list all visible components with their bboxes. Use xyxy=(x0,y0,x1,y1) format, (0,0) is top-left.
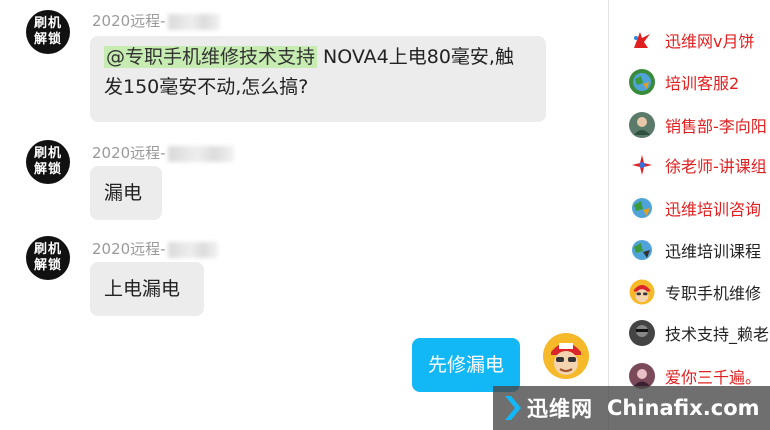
message-line: 发150毫安不动,怎么搞? xyxy=(104,76,309,98)
member-name: 徐老师-讲课组 xyxy=(665,157,767,176)
chat-panel: 刷机 解锁 2020远程- @专职手机维修技术支持 NOVA4上电80毫安,触 … xyxy=(0,0,608,430)
member-item[interactable]: 培训客服2 xyxy=(629,67,739,97)
member-name: 迅维培训咨询 xyxy=(665,200,762,219)
member-name: 销售部-李向阳 xyxy=(665,117,767,136)
globe-icon xyxy=(629,69,655,95)
member-name: 迅维培训课程 xyxy=(665,242,762,261)
avatar-text-line: 解锁 xyxy=(33,32,62,47)
spark-icon xyxy=(629,152,655,178)
person-icon xyxy=(629,320,655,346)
avatar-text-line: 解锁 xyxy=(33,258,62,273)
sender-name: 2020远程- xyxy=(92,142,234,163)
logo-arrow-icon xyxy=(505,396,521,420)
person-icon xyxy=(629,112,655,138)
my-avatar[interactable] xyxy=(542,332,590,384)
sender-avatar[interactable]: 刷机 解锁 xyxy=(26,236,70,280)
member-name: 专职手机维修 xyxy=(665,284,762,303)
member-name: 爱你三千遍。 xyxy=(665,368,762,387)
message-text: 先修漏电 xyxy=(428,354,505,376)
cartoon-icon xyxy=(629,279,655,305)
member-item[interactable]: 技术支持_赖老 xyxy=(629,318,769,348)
my-message-bubble[interactable]: 先修漏电 xyxy=(412,338,521,392)
avatar-text-line: 刷机 xyxy=(33,16,62,31)
blurred-name xyxy=(167,145,234,162)
flag-icon xyxy=(629,27,655,53)
message-text: NOVA4上电80毫安,触 xyxy=(317,46,514,68)
member-item[interactable]: 迅维培训咨询 xyxy=(629,193,761,223)
member-list: 迅维网v月饼 培训客服2 销售部-李向阳 徐老师-讲课组 迅维培训咨询 迅维培训… xyxy=(609,0,770,430)
message-text: 漏电 xyxy=(104,182,143,204)
member-name: 迅维网v月饼 xyxy=(665,32,755,51)
member-item[interactable]: 销售部-李向阳 xyxy=(629,110,767,140)
sender-name-text: 2020远程- xyxy=(92,240,166,258)
message-text: 上电漏电 xyxy=(104,278,181,300)
sender-avatar[interactable]: 刷机 解锁 xyxy=(26,10,70,54)
sender-name-text: 2020远程- xyxy=(92,12,166,30)
cartoon-avatar-icon xyxy=(543,333,589,379)
message-bubble[interactable]: @专职手机维修技术支持 NOVA4上电80毫安,触 发150毫安不动,怎么搞? xyxy=(90,36,546,122)
blurred-name xyxy=(167,13,220,30)
avatar-text-line: 刷机 xyxy=(33,146,62,161)
avatar-text-line: 解锁 xyxy=(33,162,62,177)
sender-name: 2020远程- xyxy=(92,238,218,259)
member-item[interactable]: 徐老师-讲课组 xyxy=(629,150,767,180)
message-line: @专职手机维修技术支持 NOVA4上电80毫安,触 xyxy=(104,42,532,72)
message-bubble[interactable]: 漏电 xyxy=(90,166,162,220)
sender-avatar[interactable]: 刷机 解锁 xyxy=(26,140,70,184)
watermark: 迅维网 Chinafix.com xyxy=(493,386,770,430)
blurred-name xyxy=(167,241,218,258)
watermark-en: Chinafix.com xyxy=(607,396,760,420)
mention-tag[interactable]: @专职手机维修技术支持 xyxy=(104,46,318,68)
globe-icon xyxy=(629,237,655,263)
member-name: 培训客服2 xyxy=(665,74,740,93)
sender-name: 2020远程- xyxy=(92,10,220,31)
watermark-cn: 迅维网 xyxy=(527,397,593,421)
member-name: 技术支持_赖老 xyxy=(665,325,770,344)
message-bubble[interactable]: 上电漏电 xyxy=(90,262,204,316)
avatar-text-line: 刷机 xyxy=(33,242,62,257)
member-item[interactable]: 迅维培训课程 xyxy=(629,235,761,265)
member-item[interactable]: 专职手机维修 xyxy=(629,277,761,307)
member-item[interactable]: 迅维网v月饼 xyxy=(629,25,754,55)
globe-icon xyxy=(629,195,655,221)
sender-name-text: 2020远程- xyxy=(92,144,166,162)
